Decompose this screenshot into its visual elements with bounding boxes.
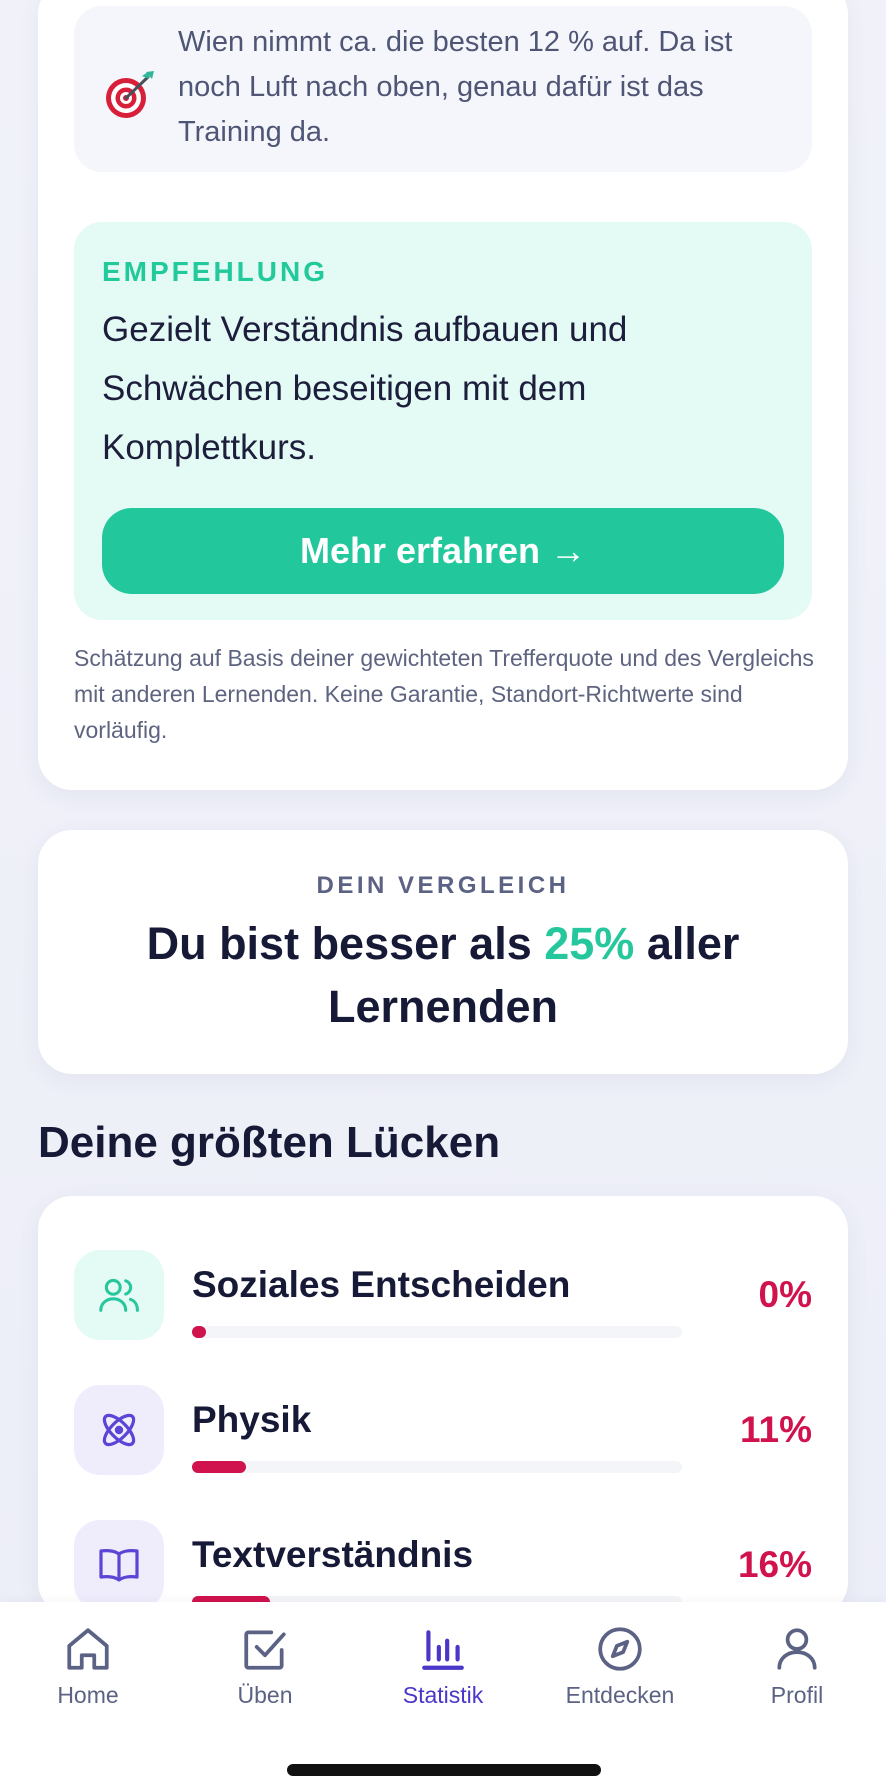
gap-progress-track — [192, 1326, 682, 1338]
gap-progress-fill — [192, 1326, 206, 1338]
learn-more-button[interactable]: Mehr erfahren → — [102, 508, 784, 594]
recommendation-text: Gezielt Verständnis aufbauen und Schwäch… — [102, 310, 628, 467]
gap-percent: 0% — [758, 1274, 812, 1315]
disclaimer-text: Schätzung auf Basis deiner gewichteten T… — [74, 645, 814, 743]
gap-icon-box — [74, 1520, 164, 1610]
nav-item-entdecken[interactable]: Entdecken — [540, 1624, 700, 1724]
info-box: Wien nimmt ca. die besten 12 % auf. Da i… — [74, 6, 812, 172]
nav-item-ueben[interactable]: Üben — [185, 1624, 345, 1724]
gap-name: Textverständnis — [192, 1534, 474, 1575]
gap-row-textverstaendnis[interactable]: Textverständnis 16% — [74, 1520, 812, 1612]
gap-row-soziales-entscheiden[interactable]: Soziales Entscheiden 0% — [74, 1250, 812, 1342]
nav-item-profil[interactable]: Profil — [717, 1624, 877, 1724]
screen: Wien nimmt ca. die besten 12 % auf. Da i… — [0, 0, 886, 1790]
atom-icon — [102, 1413, 136, 1447]
home-indicator — [287, 1764, 601, 1776]
comparison-label: DEIN VERGLEICH — [316, 872, 570, 899]
book-icon — [99, 1549, 139, 1582]
prognosis-card: Wien nimmt ca. die besten 12 % auf. Da i… — [38, 0, 848, 790]
nav-label: Üben — [237, 1682, 293, 1708]
gap-icon-box — [74, 1385, 164, 1475]
gap-icon-box — [74, 1250, 164, 1340]
nav-label: Home — [57, 1682, 119, 1708]
checkbox-icon — [244, 1630, 286, 1670]
recommendation-label: EMPFEHLUNG — [102, 256, 328, 287]
bottom-nav: Home Üben Statistik Entdecken Profil — [0, 1602, 886, 1790]
gaps-section-title: Deine größten Lücken — [38, 1118, 501, 1167]
gap-name: Soziales Entscheiden — [192, 1264, 571, 1305]
users-icon — [99, 1278, 139, 1312]
nav-item-statistik[interactable]: Statistik — [363, 1624, 523, 1724]
comparison-percent: 25% — [544, 918, 635, 969]
gap-name: Physik — [192, 1399, 312, 1440]
home-icon — [67, 1628, 109, 1670]
user-icon — [777, 1628, 817, 1670]
nav-label: Profil — [770, 1682, 824, 1708]
info-text: Wien nimmt ca. die besten 12 % auf. Da i… — [178, 26, 733, 148]
compass-icon — [598, 1627, 642, 1671]
gap-progress-fill — [192, 1461, 246, 1473]
gap-progress-track — [192, 1461, 682, 1473]
recommendation-box: EMPFEHLUNG Gezielt Verständnis aufbauen … — [74, 222, 812, 620]
target-icon — [106, 71, 154, 118]
comparison-card: DEIN VERGLEICH Du bist besser als 25% al… — [38, 830, 848, 1074]
nav-item-home[interactable]: Home — [8, 1624, 168, 1724]
bar-chart-icon — [422, 1630, 464, 1670]
gaps-card: Soziales Entscheiden 0% Physik 11% Textv… — [38, 1196, 848, 1616]
gap-percent: 16% — [737, 1544, 812, 1585]
gap-row-physik[interactable]: Physik 11% — [74, 1385, 812, 1477]
nav-label: Statistik — [402, 1682, 484, 1708]
comparison-text-before: Du bist besser als — [146, 918, 545, 969]
comparison-text: Du bist besser als 25% aller Lernenden — [98, 912, 788, 1038]
gap-percent: 11% — [739, 1409, 812, 1450]
nav-label: Entdecken — [565, 1682, 675, 1708]
